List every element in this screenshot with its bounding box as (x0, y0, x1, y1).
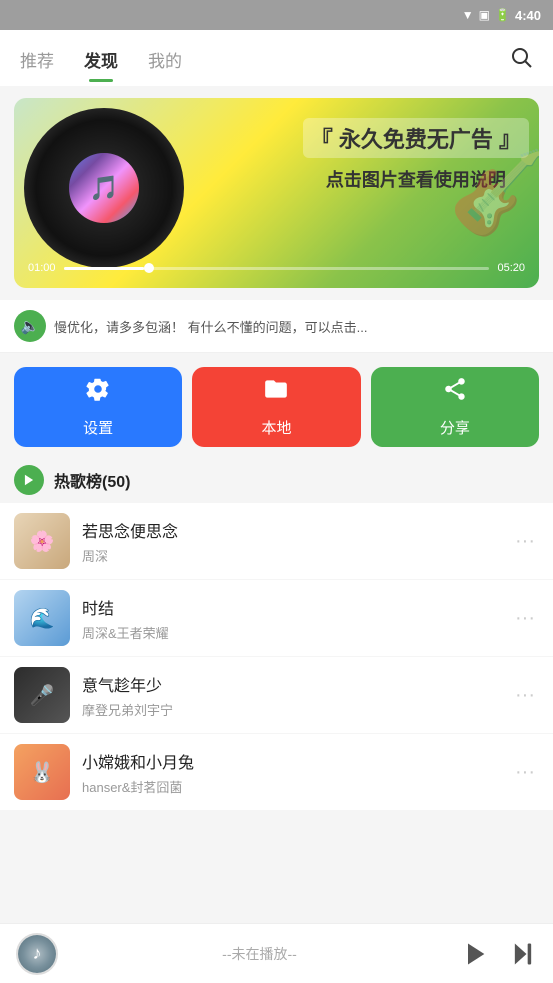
song-more-1[interactable]: ··· (511, 526, 539, 557)
cover-image-4: 🐰 (14, 744, 70, 800)
progress-start: 01:00 (28, 262, 56, 274)
song-more-4[interactable]: ··· (511, 757, 539, 788)
play-button[interactable] (461, 940, 489, 968)
player-thumbnail: ♪ (16, 933, 58, 975)
search-button[interactable] (509, 45, 533, 84)
tab-discover[interactable]: 发现 (84, 47, 118, 82)
settings-icon-svg (85, 376, 111, 402)
notification-text: 慢优化，请多多包涵！ 有什么不懂的问题，可以点击... (54, 317, 539, 336)
tab-mine[interactable]: 我的 (148, 47, 182, 82)
song-artist-4: hanser&封茗囧菌 (82, 777, 499, 796)
share-button[interactable]: 分享 (371, 367, 539, 447)
banner-progress: 01:00 05:20 (28, 262, 525, 274)
top-nav: 推荐 发现 我的 (0, 30, 553, 86)
song-artist-2: 周深&王者荣耀 (82, 623, 499, 642)
vinyl-center: 🎵 (69, 153, 139, 223)
song-more-3[interactable]: ··· (511, 680, 539, 711)
notification-bar[interactable]: 🔈 慢优化，请多多包涵！ 有什么不懂的问题，可以点击... (0, 300, 553, 353)
nav-tabs: 推荐 发现 我的 (20, 47, 182, 82)
next-button[interactable] (509, 940, 537, 968)
song-cover-3: 🎤 (14, 667, 70, 723)
play-icon (22, 473, 36, 487)
song-list: 🌸 若思念便思念 周深 ··· 🌊 时结 周深&王者荣耀 ··· 🎤 意气 (0, 503, 553, 811)
battery-icon: 🔋 (495, 8, 510, 22)
song-name-4: 小嫦娥和小月兔 (82, 749, 499, 773)
hot-list-title: 热歌榜(50) (54, 468, 130, 492)
status-icons: ▼ ▣ 🔋 4:40 (462, 8, 541, 23)
status-bar: ▼ ▣ 🔋 4:40 (0, 0, 553, 30)
player-thumb-inner: ♪ (18, 935, 56, 973)
cover-image-1: 🌸 (14, 513, 70, 569)
share-label: 分享 (440, 417, 470, 438)
song-info-1: 若思念便思念 周深 (82, 518, 499, 565)
vinyl-record: 🎵 (24, 108, 184, 268)
play-icon (461, 940, 489, 968)
song-info-4: 小嫦娥和小月兔 hanser&封茗囧菌 (82, 749, 499, 796)
gear-icon (85, 376, 111, 409)
signal-icon: ▣ (479, 8, 490, 22)
speaker-icon: 🔈 (21, 317, 40, 335)
song-cover-2: 🌊 (14, 590, 70, 646)
player-status: --未在播放-- (72, 944, 447, 964)
song-info-3: 意气趁年少 摩登兄弟刘宇宁 (82, 672, 499, 719)
settings-label: 设置 (83, 417, 113, 438)
progress-bar[interactable] (64, 267, 490, 270)
progress-dot (144, 263, 154, 273)
music-note-icon: ♪ (33, 943, 42, 964)
progress-fill (64, 267, 145, 270)
song-item-1[interactable]: 🌸 若思念便思念 周深 ··· (0, 503, 553, 580)
share-icon (442, 376, 468, 409)
guitar-decoration: 🎸 (459, 98, 539, 288)
song-item-3[interactable]: 🎤 意气趁年少 摩登兄弟刘宇宁 ··· (0, 657, 553, 734)
player-controls (461, 940, 537, 968)
song-item-2[interactable]: 🌊 时结 周深&王者荣耀 ··· (0, 580, 553, 657)
wifi-icon: ▼ (462, 8, 474, 22)
cover-image-2: 🌊 (14, 590, 70, 646)
main-content: 🎵 『 永久免费无广告 』 点击图片查看使用说明 🎸 01:00 05:20 🔈… (0, 98, 553, 881)
settings-button[interactable]: 设置 (14, 367, 182, 447)
local-label: 本地 (261, 417, 291, 438)
song-name-2: 时结 (82, 595, 499, 619)
tab-recommend[interactable]: 推荐 (20, 47, 54, 82)
folder-icon (263, 376, 289, 409)
song-info-2: 时结 周深&王者荣耀 (82, 595, 499, 642)
cover-image-3: 🎤 (14, 667, 70, 723)
song-cover-1: 🌸 (14, 513, 70, 569)
bottom-player: ♪ --未在播放-- (0, 923, 553, 983)
song-artist-1: 周深 (82, 546, 499, 565)
song-more-2[interactable]: ··· (511, 603, 539, 634)
action-buttons: 设置 本地 分享 (14, 367, 539, 447)
search-icon (509, 45, 533, 69)
song-name-1: 若思念便思念 (82, 518, 499, 542)
notification-icon: 🔈 (14, 310, 46, 342)
hot-list-header: 热歌榜(50) (0, 461, 553, 503)
song-artist-3: 摩登兄弟刘宇宁 (82, 700, 499, 719)
song-name-3: 意气趁年少 (82, 672, 499, 696)
local-button[interactable]: 本地 (192, 367, 360, 447)
song-item-4[interactable]: 🐰 小嫦娥和小月兔 hanser&封茗囧菌 ··· (0, 734, 553, 811)
status-time: 4:40 (515, 8, 541, 23)
song-cover-4: 🐰 (14, 744, 70, 800)
skip-next-icon (509, 940, 537, 968)
share-icon-svg (442, 376, 468, 402)
progress-end: 05:20 (497, 262, 525, 274)
folder-icon-svg (263, 376, 289, 402)
banner[interactable]: 🎵 『 永久免费无广告 』 点击图片查看使用说明 🎸 01:00 05:20 (14, 98, 539, 288)
hot-play-button[interactable] (14, 465, 44, 495)
